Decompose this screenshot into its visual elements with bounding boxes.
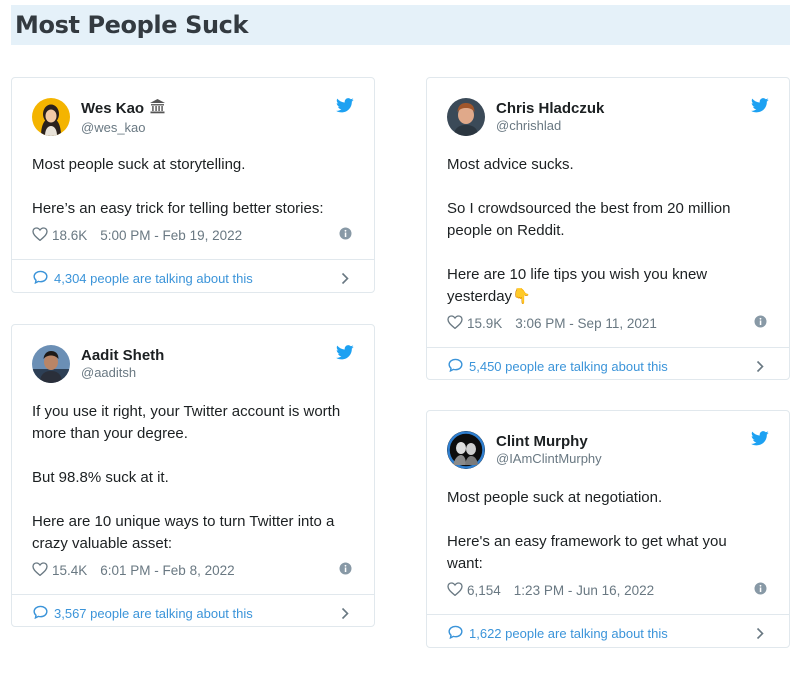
tweet-author[interactable]: Chris Hladczuk @chrishlad xyxy=(447,98,769,136)
tweet-text: Most people suck at storytelling. Here’s … xyxy=(32,156,324,217)
talking-count[interactable]: 5,450 people are talking about this xyxy=(469,359,668,374)
author-handle[interactable]: @wes_kao xyxy=(81,120,166,136)
talking-count[interactable]: 3,567 people are talking about this xyxy=(54,606,253,621)
talking-count[interactable]: 1,622 people are talking about this xyxy=(469,626,668,641)
tweet-timestamp[interactable]: 5:00 PM - Feb 19, 2022 xyxy=(100,228,242,243)
speech-bubble-icon xyxy=(33,270,48,287)
chevron-right-icon[interactable] xyxy=(341,272,349,288)
info-icon[interactable] xyxy=(339,562,352,578)
info-icon[interactable] xyxy=(754,582,767,598)
avatar[interactable] xyxy=(447,431,485,469)
author-handle[interactable]: @IAmClintMurphy xyxy=(496,451,602,467)
speech-bubble-icon xyxy=(448,625,463,642)
twitter-bird-icon[interactable] xyxy=(751,98,769,118)
like-count[interactable]: 15.9K xyxy=(467,316,502,331)
page-title: Most People Suck xyxy=(15,11,249,39)
author-handle[interactable]: @aaditsh xyxy=(81,365,164,381)
chevron-right-icon[interactable] xyxy=(756,360,764,376)
info-icon[interactable] xyxy=(754,315,767,331)
author-handle[interactable]: @chrishlad xyxy=(496,118,604,134)
tweet-meta: 18.6K 5:00 PM - Feb 19, 2022 xyxy=(32,226,354,244)
avatar[interactable] xyxy=(447,98,485,136)
tweet-text: Most advice sucks. So I crowdsourced the … xyxy=(447,156,731,305)
tweet-meta: 15.4K 6:01 PM - Feb 8, 2022 xyxy=(32,561,354,579)
tweet-meta: 6,154 1:23 PM - Jun 16, 2022 xyxy=(447,581,769,599)
tweet-timestamp[interactable]: 1:23 PM - Jun 16, 2022 xyxy=(514,583,654,598)
heart-icon[interactable] xyxy=(447,314,463,332)
tweet-card-aadit-sheth[interactable]: Aadit Sheth @aaditsh If you use it right… xyxy=(11,324,375,627)
conversation-link[interactable]: 3,567 people are talking about this xyxy=(12,594,374,631)
tweet-author[interactable]: Clint Murphy @IAmClintMurphy xyxy=(447,431,769,469)
tweet-text: Most people suck at negotiation. Here's a… xyxy=(447,489,727,572)
tweet-card-clint-murphy[interactable]: Clint Murphy @IAmClintMurphy Most people… xyxy=(426,410,790,648)
tweet-card-wes-kao[interactable]: Wes Kao @wes_kao Most people suck at sto… xyxy=(11,77,375,293)
heart-icon[interactable] xyxy=(32,226,48,244)
conversation-link[interactable]: 1,622 people are talking about this xyxy=(427,614,789,651)
author-name[interactable]: Chris Hladczuk xyxy=(496,100,604,117)
author-name[interactable]: Wes Kao xyxy=(81,100,144,117)
info-icon[interactable] xyxy=(339,227,352,243)
speech-bubble-icon xyxy=(448,358,463,375)
tweet-author[interactable]: Wes Kao @wes_kao xyxy=(32,98,354,136)
tweet-card-chris-hladczuk[interactable]: Chris Hladczuk @chrishlad Most advice su… xyxy=(426,77,790,380)
avatar[interactable] xyxy=(32,345,70,383)
conversation-link[interactable]: 5,450 people are talking about this xyxy=(427,347,789,384)
conversation-link[interactable]: 4,304 people are talking about this xyxy=(12,259,374,296)
chevron-right-icon[interactable] xyxy=(756,627,764,643)
chevron-right-icon[interactable] xyxy=(341,607,349,623)
heart-icon[interactable] xyxy=(32,561,48,579)
tweet-text: If you use it right, your Twitter accoun… xyxy=(32,403,341,552)
author-name[interactable]: Clint Murphy xyxy=(496,433,602,450)
twitter-bird-icon[interactable] xyxy=(336,98,354,118)
bank-emoji-icon xyxy=(149,98,166,118)
like-count[interactable]: 6,154 xyxy=(467,583,501,598)
tweet-meta: 15.9K 3:06 PM - Sep 11, 2021 xyxy=(447,314,769,332)
tweet-timestamp[interactable]: 6:01 PM - Feb 8, 2022 xyxy=(100,563,234,578)
author-name[interactable]: Aadit Sheth xyxy=(81,347,164,364)
avatar[interactable] xyxy=(32,98,70,136)
tweet-timestamp[interactable]: 3:06 PM - Sep 11, 2021 xyxy=(515,316,657,331)
like-count[interactable]: 18.6K xyxy=(52,228,87,243)
twitter-bird-icon[interactable] xyxy=(751,431,769,451)
page-header: Most People Suck xyxy=(11,5,790,45)
speech-bubble-icon xyxy=(33,605,48,622)
heart-icon[interactable] xyxy=(447,581,463,599)
twitter-bird-icon[interactable] xyxy=(336,345,354,365)
talking-count[interactable]: 4,304 people are talking about this xyxy=(54,271,253,286)
like-count[interactable]: 15.4K xyxy=(52,563,87,578)
tweet-author[interactable]: Aadit Sheth @aaditsh xyxy=(32,345,354,383)
